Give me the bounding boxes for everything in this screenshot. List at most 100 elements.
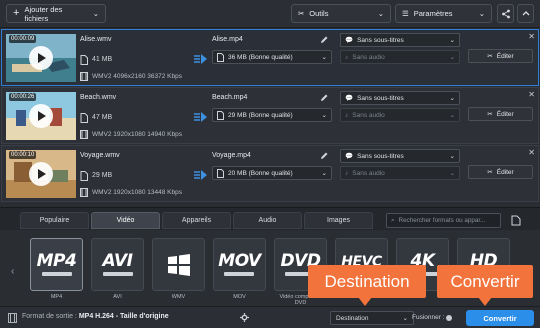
tab-images[interactable]: Images [304, 212, 373, 229]
convert-button[interactable]: Convertir [466, 310, 534, 326]
tab-appareils[interactable]: Appareils [162, 212, 231, 229]
format-mov[interactable]: MOV [213, 238, 266, 291]
tab-video[interactable]: Vidéo [91, 212, 160, 229]
video-thumbnail[interactable]: 00:00:09 [6, 34, 76, 82]
play-button[interactable] [29, 104, 53, 128]
tab-populaire[interactable]: Populaire [20, 212, 89, 229]
play-button[interactable] [29, 162, 53, 186]
rename-button[interactable] [316, 91, 332, 105]
add-files-button[interactable]: + Ajouter des fichiers ⌄ [6, 4, 106, 23]
play-button[interactable] [29, 46, 53, 70]
edit-label: Éditer [496, 168, 514, 176]
audio-select[interactable]: ♪ Sans audio ⌄ [340, 50, 460, 64]
chevron-down-icon: ⌄ [321, 170, 327, 177]
output-size-select[interactable]: 20 MB (Bonne qualité) ⌄ [212, 166, 332, 180]
subtitles-select[interactable]: 💬 Sans sous-titres ⌄ [340, 149, 460, 163]
format-search-input[interactable]: ⌕ Rechercher formats ou appar... [386, 213, 501, 228]
gear-icon[interactable] [240, 313, 249, 322]
tools-button[interactable]: ✂ Outils ⌄ [291, 4, 391, 23]
edit-label: Éditer [496, 52, 514, 60]
file-row[interactable]: 00:00:10 Voyage.wmv 29 MB WMV2 1920x1080… [1, 145, 539, 202]
subtitles-value: Sans sous-titres [357, 36, 404, 44]
audio-select[interactable]: ♪ Sans audio ⌄ [340, 108, 460, 122]
format-wmv[interactable] [152, 238, 205, 291]
output-format-text: Format de sortie : MP4 H.264 - Taille d'… [22, 313, 169, 320]
scissors-icon: ✂ [487, 53, 493, 60]
subtitles-select[interactable]: 💬 Sans sous-titres ⌄ [340, 91, 460, 105]
film-icon [8, 313, 17, 323]
chevron-down-icon: ⌄ [478, 9, 485, 18]
video-thumbnail[interactable]: 00:00:26 [6, 92, 76, 140]
rename-button[interactable] [316, 149, 332, 163]
audio-value: Sans audio [352, 169, 385, 177]
format-tabs: Populaire Vidéo Appareils Audio Images [20, 212, 373, 229]
expand-button[interactable] [517, 4, 534, 23]
chevron-down-icon: ⌄ [449, 153, 455, 160]
format-caption: WMV [171, 294, 186, 300]
tab-audio[interactable]: Audio [233, 212, 302, 229]
output-file-name[interactable]: Beach.mp4 [212, 94, 247, 101]
edit-button[interactable]: ✂ Éditer [468, 107, 533, 121]
top-toolbar: + Ajouter des fichiers ⌄ ✂ Outils ⌄ ☰ Pa… [0, 0, 540, 28]
file-icon [217, 110, 224, 120]
convert-arrow-icon [194, 112, 207, 122]
play-icon [37, 111, 46, 121]
edit-button[interactable]: ✂ Éditer [468, 165, 533, 179]
convert-arrow-icon [194, 54, 207, 64]
chevron-down-icon: ⌄ [449, 54, 455, 61]
share-button[interactable] [497, 4, 514, 23]
duration-badge: 00:00:10 [9, 151, 37, 159]
convert-arrow-icon [194, 170, 207, 180]
scissors-icon: ✂ [487, 111, 493, 118]
film-icon [80, 188, 88, 197]
format-settings-button[interactable] [507, 212, 524, 229]
scissors-icon: ✂ [487, 169, 493, 176]
callout-pointer [358, 297, 372, 306]
subtitles-icon: 💬 [345, 153, 354, 160]
chevron-down-icon: ⌄ [377, 9, 384, 18]
menu-icon: ☰ [402, 9, 409, 18]
rename-button[interactable] [316, 33, 332, 47]
format-avi[interactable]: AVI [91, 238, 144, 291]
audio-select[interactable]: ♪ Sans audio ⌄ [340, 166, 460, 180]
search-placeholder: Rechercher formats ou appar... [398, 217, 486, 224]
subtitles-icon: 💬 [345, 37, 354, 44]
file-name: Beach.wmv [80, 94, 117, 101]
edit-label: Éditer [496, 110, 514, 118]
file-size: 29 MB [92, 172, 113, 179]
file-size: 41 MB [92, 56, 113, 63]
merge-label: Fusionner : [412, 314, 445, 321]
output-size-select[interactable]: 36 MB (Bonne qualité) ⌄ [212, 50, 332, 64]
output-format-label: Format de sortie : [22, 313, 77, 320]
edit-button[interactable]: ✂ Éditer [468, 49, 533, 63]
remove-file-icon[interactable]: ✕ [528, 32, 535, 41]
settings-button[interactable]: ☰ Paramètres ⌄ [395, 4, 492, 23]
chevron-down-icon: ⌄ [92, 9, 99, 18]
chevron-down-icon: ⌄ [449, 95, 455, 102]
file-info: WMV2 4096x2160 36372 Kbps [92, 73, 182, 80]
format-caption: MP4 [50, 294, 63, 300]
output-file-name[interactable]: Alise.mp4 [212, 36, 243, 43]
format-caption: MOV [233, 294, 246, 300]
remove-file-icon[interactable]: ✕ [528, 90, 535, 99]
output-size-select[interactable]: 29 MB (Bonne qualité) ⌄ [212, 108, 332, 122]
file-info: WMV2 1920x1080 13448 Kbps [92, 189, 182, 196]
output-file-name[interactable]: Voyage.mp4 [212, 152, 251, 159]
subtitles-select[interactable]: 💬 Sans sous-titres ⌄ [340, 33, 460, 47]
format-mp4[interactable]: MP4 [30, 238, 83, 291]
plus-icon: + [13, 7, 20, 19]
remove-file-icon[interactable]: ✕ [528, 148, 535, 157]
merge-toggle[interactable] [446, 315, 452, 321]
duration-badge: 00:00:09 [9, 35, 37, 43]
audio-icon: ♪ [345, 111, 349, 119]
file-row[interactable]: 00:00:26 Beach.wmv 47 MB WMV2 1920x1080 … [1, 87, 539, 144]
tools-icon: ✂ [298, 9, 305, 18]
scroll-left-icon[interactable]: ‹ [11, 266, 14, 277]
chevron-down-icon: ⌄ [402, 315, 408, 322]
output-format-value[interactable]: MP4 H.264 - Taille d'origine [79, 313, 169, 320]
audio-value: Sans audio [352, 111, 385, 119]
file-row[interactable]: 00:00:09 Alise.wmv 41 MB WMV2 4096x2160 … [1, 29, 539, 86]
destination-select[interactable]: Destination ⌄ [330, 311, 414, 325]
video-thumbnail[interactable]: 00:00:10 [6, 150, 76, 198]
mp4-logo: MP4 [37, 253, 77, 276]
